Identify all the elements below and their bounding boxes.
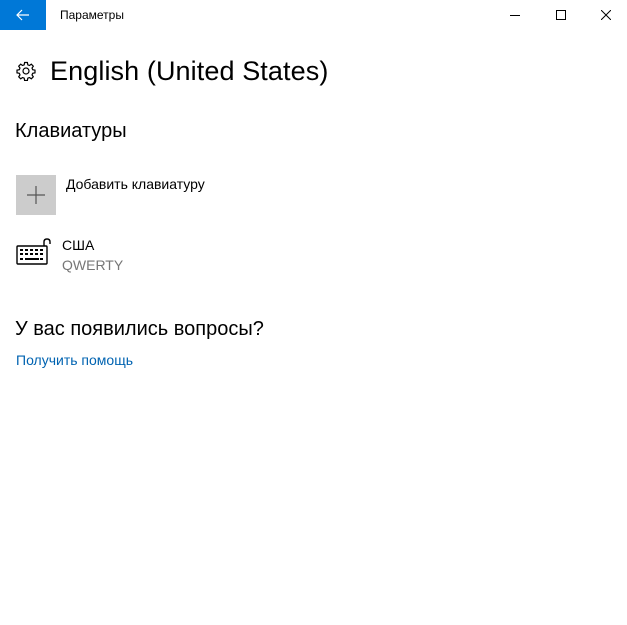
minimize-button[interactable]: [492, 0, 538, 30]
keyboard-icon: [16, 238, 52, 268]
add-keyboard-button[interactable]: Добавить клавиатуру: [16, 175, 316, 215]
maximize-button[interactable]: [538, 0, 584, 30]
page-title: English (United States): [50, 55, 329, 86]
close-icon: [601, 10, 611, 20]
keyboard-item-us[interactable]: США QWERTY: [16, 236, 316, 276]
keyboard-name: США: [62, 237, 95, 253]
settings-window: Параметры English (United States) Клавиа…: [0, 0, 627, 625]
minimize-icon: [510, 15, 520, 16]
add-keyboard-label[interactable]: Добавить клавиатуру: [66, 176, 205, 192]
get-help-link[interactable]: Получить помощь: [16, 352, 133, 368]
maximize-icon: [556, 10, 566, 20]
app-title: Параметры: [60, 8, 124, 22]
back-button[interactable]: [0, 0, 46, 30]
plus-icon: [27, 186, 45, 204]
arrow-left-icon: [16, 9, 29, 21]
page-header: English (United States): [16, 54, 328, 88]
title-bar: Параметры: [0, 0, 627, 30]
keyboard-layout: QWERTY: [62, 257, 124, 273]
gear-icon: [16, 61, 36, 81]
keyboards-section-title: Клавиатуры: [15, 120, 127, 142]
add-keyboard-tile[interactable]: [16, 175, 56, 215]
close-button[interactable]: [583, 0, 627, 30]
help-title: У вас появились вопросы?: [15, 318, 264, 340]
